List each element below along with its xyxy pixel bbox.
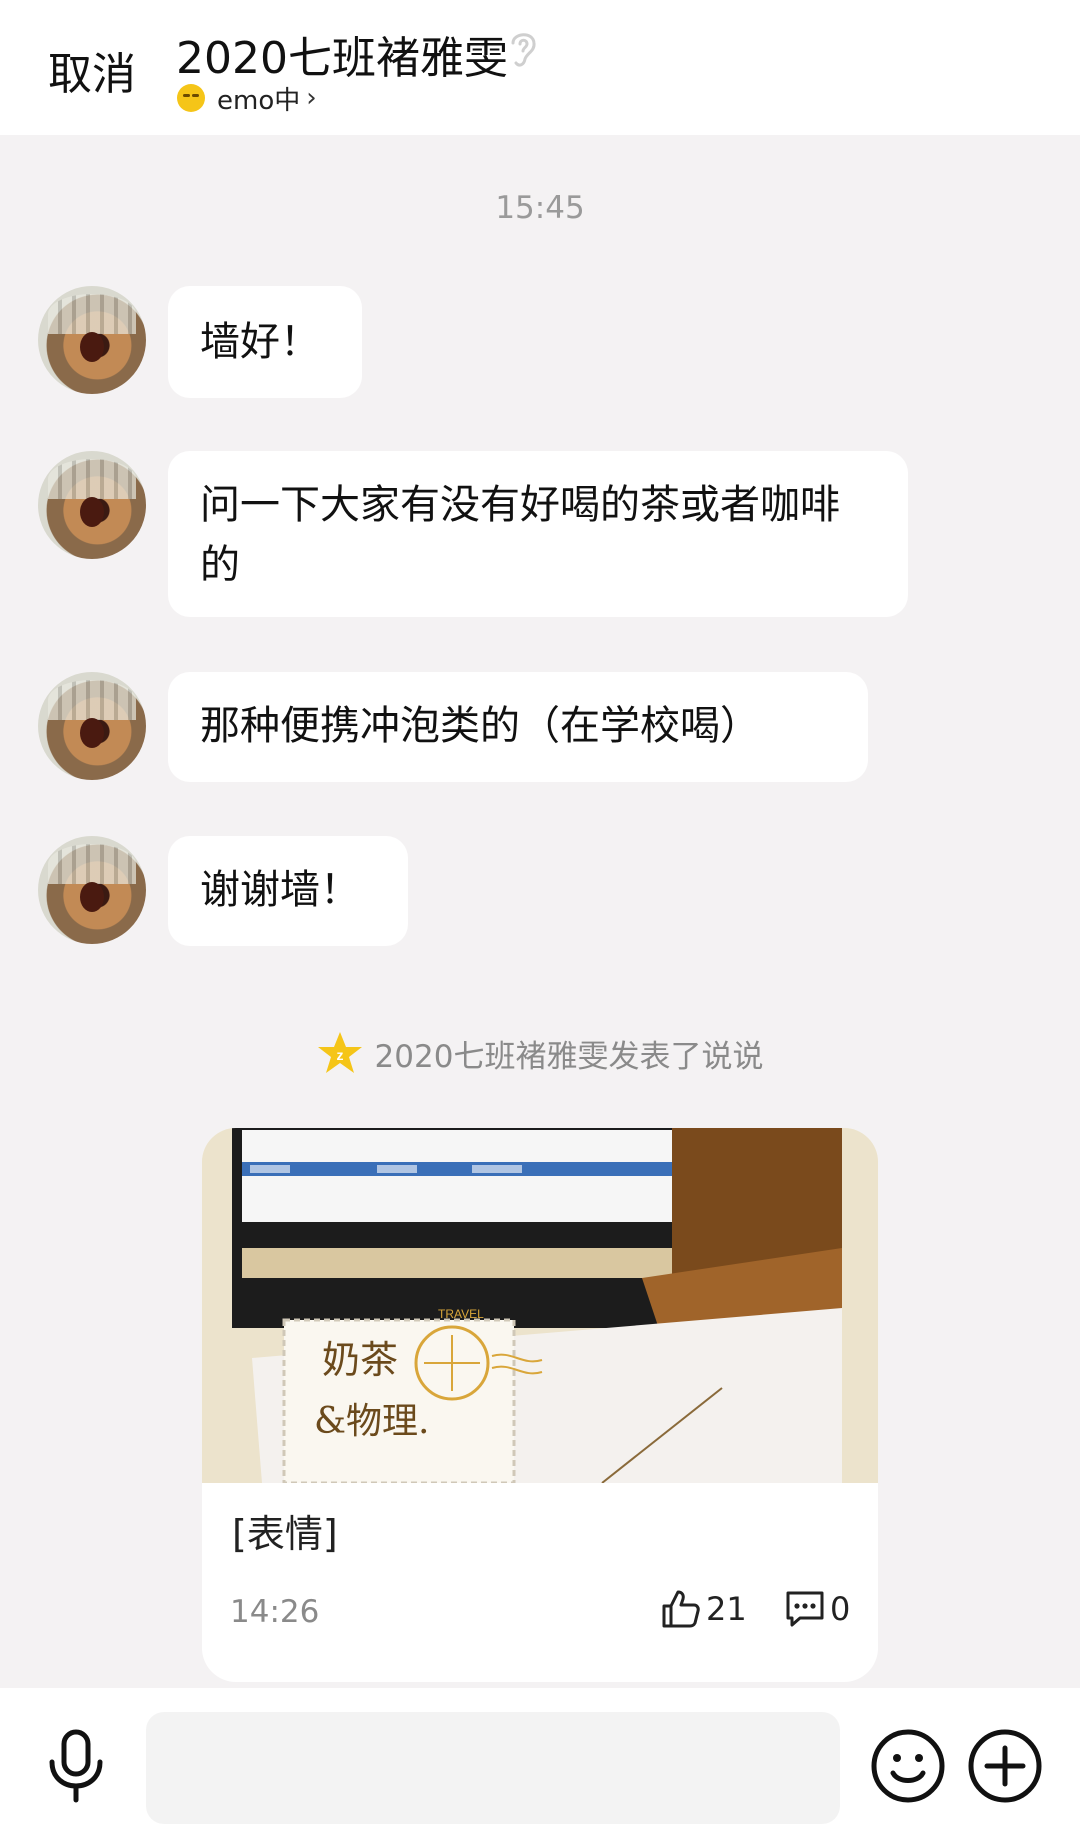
notification-text: 2020七班褚雅雯发表了说说	[374, 1038, 764, 1075]
online-status[interactable]: emo中 ›	[177, 78, 317, 118]
qzone-star-icon: z	[317, 1032, 362, 1073]
stamp-text: TRAVEL	[438, 1307, 484, 1321]
microphone-icon[interactable]	[44, 1726, 108, 1806]
message-input[interactable]	[146, 1712, 840, 1824]
status-text: emo中	[217, 85, 301, 116]
emo-status-icon	[177, 84, 205, 112]
cancel-button[interactable]: 取消	[48, 38, 136, 102]
post-time: 14:26	[230, 1594, 320, 1630]
comment-count: 0	[830, 1590, 851, 1628]
avatar[interactable]	[38, 836, 146, 944]
comment-icon	[786, 1591, 824, 1627]
avatar[interactable]	[38, 451, 146, 559]
thumbs-up-icon	[662, 1590, 700, 1628]
like-count: 21	[706, 1590, 747, 1628]
post-card[interactable]: TRAVEL 奶茶 &物理. [表情] 14:26 21 0	[202, 1128, 878, 1682]
message-bubble[interactable]: 谢谢墙！	[168, 836, 408, 946]
plus-icon[interactable]	[967, 1728, 1043, 1804]
post-text: [表情]	[232, 1512, 338, 1556]
input-bar	[0, 1688, 1080, 1846]
message-bubble[interactable]: 那种便携冲泡类的（在学校喝）	[168, 672, 868, 782]
post-image[interactable]: TRAVEL 奶茶 &物理.	[202, 1128, 878, 1483]
chevron-right-icon: ›	[306, 83, 317, 113]
comment-button[interactable]: 0	[784, 1588, 850, 1630]
svg-text:z: z	[336, 1047, 343, 1063]
like-button[interactable]: 21	[660, 1588, 747, 1630]
avatar[interactable]	[38, 286, 146, 394]
message-bubble[interactable]: 墙好！	[168, 286, 362, 398]
message-timestamp: 15:45	[495, 190, 585, 226]
post-photo: TRAVEL 奶茶 &物理.	[202, 1128, 878, 1483]
caption-line-2: &物理.	[314, 1401, 430, 1442]
message-bubble[interactable]: 问一下大家有没有好喝的茶或者咖啡的	[168, 451, 908, 617]
caption-line-1: 奶茶	[322, 1338, 398, 1382]
ear-icon[interactable]	[503, 25, 543, 73]
post-notification: z 2020七班褚雅雯发表了说说	[0, 1030, 1080, 1076]
smiley-icon[interactable]	[870, 1728, 946, 1804]
chat-header: 取消 2020七班褚雅雯 emo中 ›	[0, 0, 1080, 135]
avatar[interactable]	[38, 672, 146, 780]
chat-title[interactable]: 2020七班褚雅雯	[176, 22, 508, 86]
